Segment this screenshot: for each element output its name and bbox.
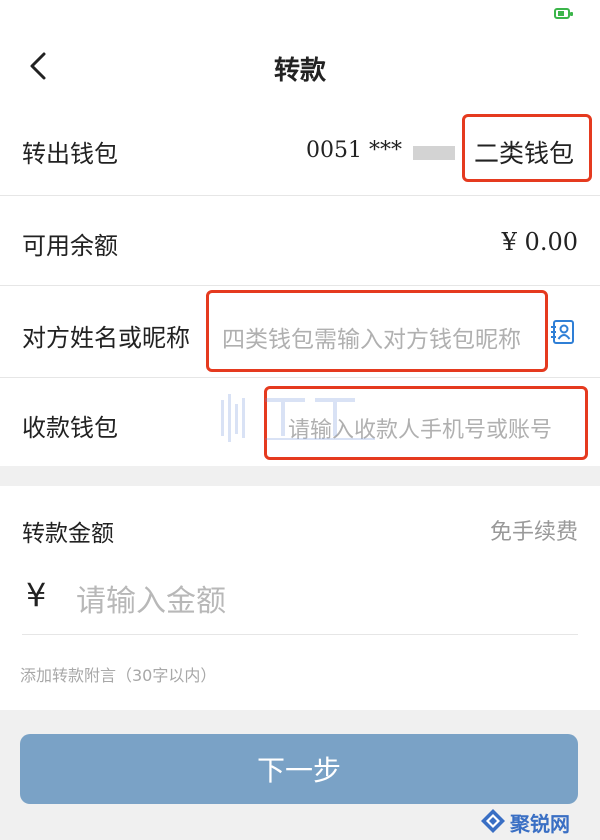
balance-row: 可用余额 ¥ 0.00 (0, 196, 600, 286)
balance-label: 可用余额 (22, 232, 118, 260)
contact-button[interactable] (550, 318, 576, 346)
from-wallet-label: 转出钱包 (22, 140, 118, 168)
contact-card-icon (551, 320, 574, 344)
next-button[interactable]: 下一步 (20, 734, 578, 804)
status-bar (0, 0, 600, 30)
from-wallet-row[interactable]: 转出钱包 0051 *** 二类钱包 (0, 104, 600, 196)
receive-wallet-label: 收款钱包 (22, 414, 118, 442)
recipient-name-row: 对方姓名或昵称 四类钱包需输入对方钱包昵称 (0, 286, 600, 378)
wallet-type-label: 二类钱包 (474, 139, 575, 168)
recipient-name-input[interactable]: 四类钱包需输入对方钱包昵称 (222, 320, 521, 354)
logo-text: 聚锐网 (510, 812, 570, 836)
currency-symbol: ¥ (26, 576, 47, 614)
watermark-graphic (221, 394, 375, 442)
remark-input[interactable]: 添加转款附言（30字以内） (20, 662, 216, 686)
amount-divider (22, 634, 578, 635)
recipient-name-label: 对方姓名或昵称 (22, 324, 190, 352)
amount-label: 转款金额 (22, 521, 114, 547)
battery-icon (554, 8, 573, 19)
page-title: 转款 (273, 56, 326, 86)
amount-section: 转款金额 免手续费 ¥ 请输入金额 添加转款附言（30字以内） (0, 486, 600, 710)
site-logo: 聚锐网 (480, 806, 590, 836)
masked-account-digits (413, 146, 455, 160)
from-wallet-account: 0051 *** (306, 138, 402, 163)
balance-value: ¥ 0.00 (501, 228, 578, 256)
fee-note: 免手续费 (489, 520, 578, 545)
nav-bar: 转款 (0, 30, 600, 105)
amount-input[interactable]: 请输入金额 (76, 576, 226, 620)
logo-mark-icon (481, 809, 505, 833)
